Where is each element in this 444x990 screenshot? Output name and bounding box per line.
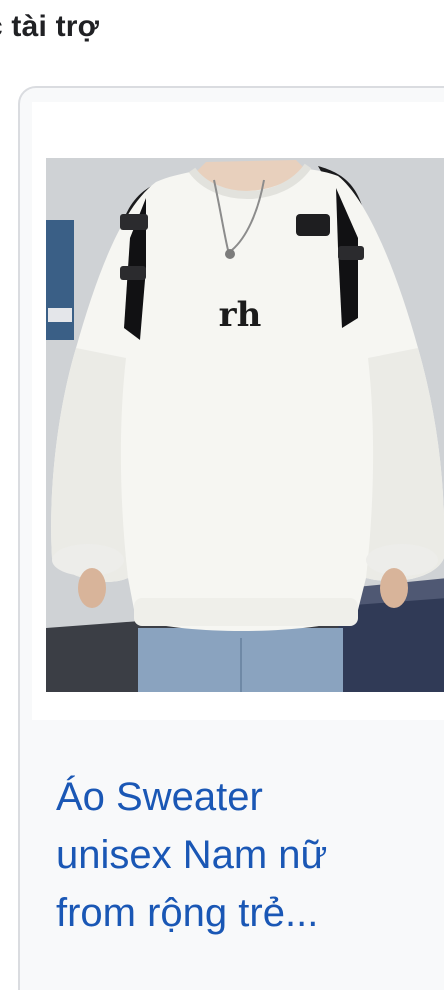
sponsored-products-screen: c tài trợ: [0, 0, 444, 990]
product-title-link[interactable]: Áo Sweater unisex Nam nữ from rộng trẻ..…: [56, 768, 436, 942]
backpack-buckle: [296, 214, 330, 236]
product-image[interactable]: rh: [46, 158, 444, 692]
sweater-print: rh: [219, 295, 262, 335]
necklace-pendant: [225, 249, 235, 259]
right-hand: [380, 568, 408, 608]
product-image-frame[interactable]: rh: [32, 102, 444, 720]
section-title: c tài trợ: [0, 10, 100, 43]
left-hand: [78, 568, 106, 608]
product-card[interactable]: rh Áo Sweater unisex Nam nữ from rộng tr…: [18, 86, 444, 990]
